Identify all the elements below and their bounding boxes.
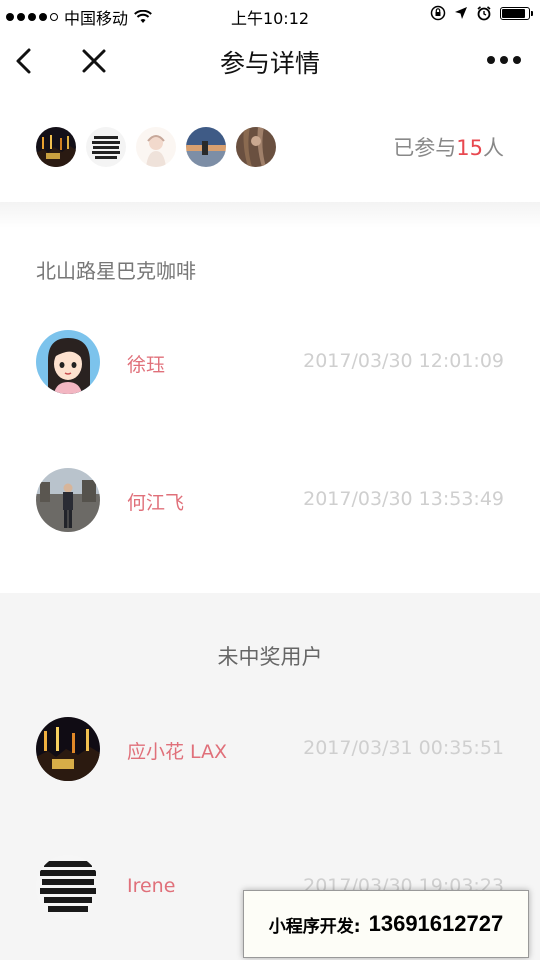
participant-avatar[interactable]: [186, 127, 226, 167]
store-name: 北山路星巴克咖啡: [36, 259, 196, 283]
avatar: [36, 330, 100, 394]
participant-avatar[interactable]: [36, 127, 76, 167]
section-divider: [0, 202, 540, 228]
participant-avatars[interactable]: [36, 127, 276, 167]
user-name: 徐珏: [127, 354, 166, 376]
location-icon: [455, 7, 467, 19]
page-title: 参与详情: [219, 49, 320, 78]
more-options-icon[interactable]: [486, 50, 522, 70]
participant-avatar[interactable]: [236, 127, 276, 167]
participants-summary: 已参与15人: [0, 92, 540, 202]
count-suffix: 人: [483, 136, 504, 160]
avatar: [36, 855, 100, 919]
timestamp: 2017/03/30 13:53:49: [303, 488, 504, 510]
promo-phone: 13691612727: [368, 911, 504, 936]
battery-icon: [500, 6, 533, 20]
participant-avatar[interactable]: [86, 127, 126, 167]
user-name: Irene: [127, 875, 176, 897]
status-right: [430, 5, 533, 21]
count-prefix: 已参与: [393, 136, 457, 160]
timestamp: 2017/03/30 12:01:09: [303, 350, 504, 372]
promo-label: 小程序开发:: [268, 916, 361, 937]
section-title: 未中奖用户: [217, 645, 323, 669]
count-number: 15: [456, 136, 483, 160]
list-item[interactable]: 何江飞 2017/03/30 13:53:49: [0, 468, 540, 548]
status-bar: 中国移动 上午10:12: [0, 0, 540, 30]
navigation-bar: 参与详情: [0, 30, 540, 90]
avatar: [36, 717, 100, 781]
promo-banner: 小程序开发: 13691612727: [243, 890, 529, 958]
list-item[interactable]: 应小花 LAX 2017/03/31 00:35:51: [0, 717, 540, 797]
timestamp: 2017/03/31 00:35:51: [303, 737, 504, 759]
participant-avatar[interactable]: [136, 127, 176, 167]
user-name: 应小花 LAX: [127, 741, 228, 763]
user-name: 何江飞: [127, 492, 185, 514]
avatar: [36, 468, 100, 532]
list-item[interactable]: 徐珏 2017/03/30 12:01:09: [0, 330, 540, 410]
alarm-icon: [477, 6, 491, 21]
participant-count: 已参与15人: [393, 132, 504, 162]
rotation-lock-icon: [430, 5, 446, 21]
